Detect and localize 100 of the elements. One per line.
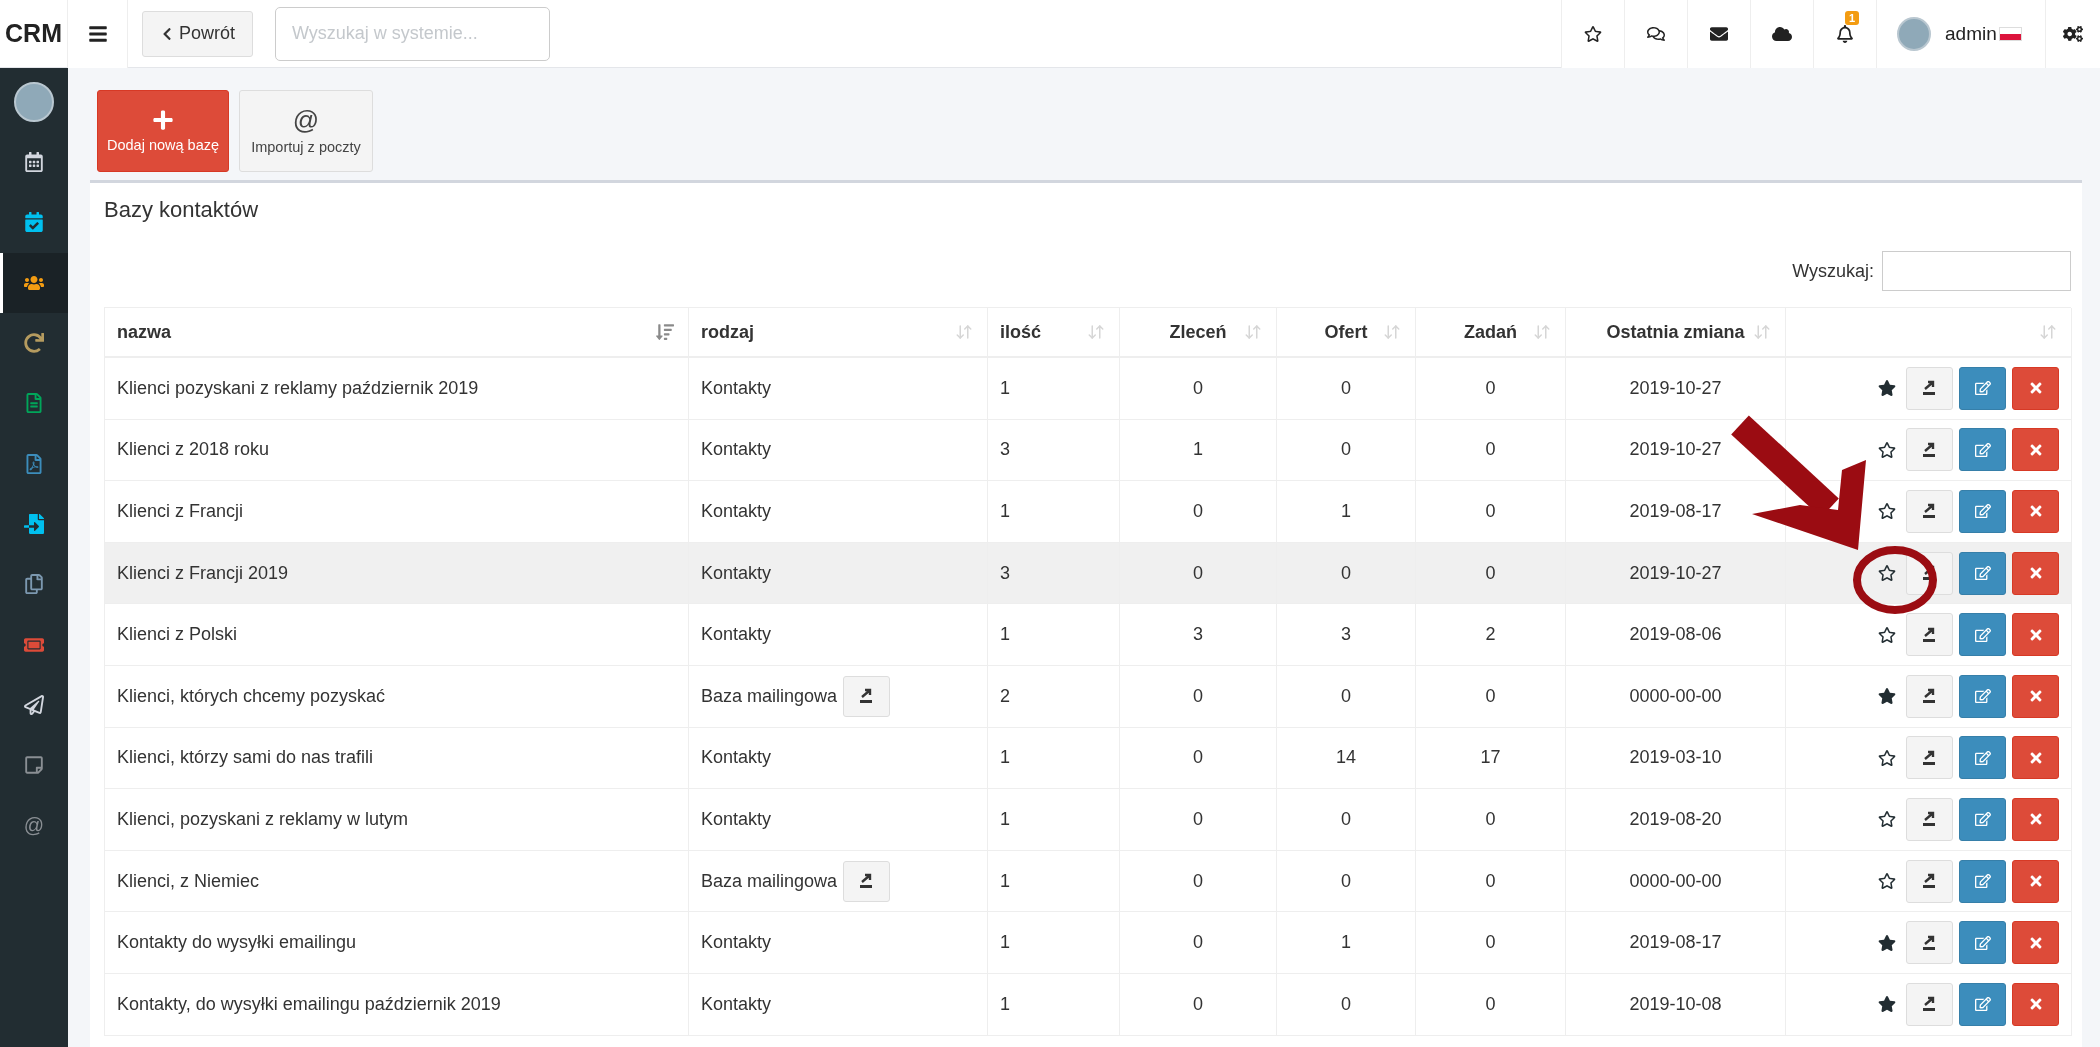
export-button[interactable] [1906,428,1953,472]
edit-button[interactable] [1959,921,2006,965]
edit-button[interactable] [1959,736,2006,780]
export-button[interactable] [1906,921,1953,965]
export-button[interactable] [1906,613,1953,657]
table-cell: 0 [1120,789,1277,851]
star-icon[interactable] [1878,933,1896,952]
star-icon[interactable] [1878,748,1896,767]
table-cell: 1 [988,789,1120,851]
delete-button[interactable] [2012,490,2059,533]
table-search-field[interactable] [1882,251,2071,291]
table-cell: 0 [1277,665,1416,728]
sidebar-item[interactable]: @ [0,795,68,856]
table-row[interactable]: Klienci, którzy sami do nas trafili Kontakty 1 0 14 17 2019-03-10 [105,727,2071,790]
delete-button[interactable] [2012,674,2059,718]
export-button[interactable] [1906,736,1953,780]
table-cell: Kontakty, do wysyłki emailingu październik 2019 [105,973,689,1036]
export-button[interactable] [1906,982,1953,1026]
export-icon [1921,811,1938,828]
panel-title: Bazy kontaktów [104,196,260,224]
edit-button[interactable] [1959,674,2006,718]
mailing-import-button[interactable] [843,860,891,902]
table-cell: 0 [1120,973,1277,1036]
table-row[interactable]: Kontakty, do wysyłki emailingu październik 2019 Kontakty 1 0 0 0 2019-10-08 [105,973,2071,1036]
sidebar-item[interactable] [0,252,68,313]
table-cell: 1 [988,358,1120,420]
star-icon[interactable] [1878,379,1896,398]
table-cell: 2 [1416,604,1566,666]
table-cell: 0000-00-00 [1566,665,1786,728]
star-icon[interactable] [1878,810,1896,829]
table-cell: 1 [1277,481,1416,543]
star-icon[interactable] [1878,440,1896,459]
type-text: Baza mailingowa [701,685,838,707]
table-cell: 2019-10-27 [1566,358,1786,420]
delete-button[interactable] [2012,428,2059,472]
export-button[interactable] [1906,859,1953,903]
delete-button[interactable] [2012,736,2059,780]
edit-icon [1974,565,1991,582]
export-icon [1921,934,1938,951]
mail-button[interactable] [1687,0,1750,68]
delete-button[interactable] [2012,551,2059,595]
star-icon[interactable] [1878,995,1896,1014]
cloud-button[interactable] [1750,0,1813,68]
edit-button[interactable] [1959,366,2006,410]
search-field[interactable]: Wyszukaj w systemie... [275,6,550,61]
menu-button[interactable] [68,0,128,68]
star-icon[interactable] [1878,687,1896,706]
back-button[interactable]: Powrót [142,10,253,57]
export-button[interactable] [1906,366,1953,410]
export-icon [1921,688,1938,705]
table-row[interactable]: Klienci, których chcemy pozyskać Baza mailingowa 2 0 0 0 0000-00-00 [105,665,2071,728]
table-cell: Klienci, pozyskani z reklamy w lutym [105,789,689,851]
chat-button[interactable] [1624,0,1687,68]
table-cell: Kontakty [689,912,988,974]
mailing-import-button[interactable] [843,675,891,717]
delete-button[interactable] [2012,859,2059,903]
delete-button[interactable] [2012,797,2059,841]
delete-button[interactable] [2012,982,2059,1026]
export-icon [1921,996,1938,1013]
table-row[interactable]: Klienci pozyskani z reklamy październik 2019 Kontakty 1 0 0 0 2019-10-27 [105,358,2071,420]
edit-button[interactable] [1959,551,2006,595]
edit-icon [1974,503,1991,520]
export-button[interactable] [1906,674,1953,718]
table-row[interactable]: Klienci, z Niemiec Baza mailingowa 1 0 0 0 0000-00-00 [105,850,2071,913]
edit-button[interactable] [1959,982,2006,1026]
edit-button[interactable] [1959,797,2006,841]
edit-button[interactable] [1959,490,2006,533]
export-button[interactable] [1906,797,1953,841]
star-icon [1584,24,1602,43]
table-cell: 0 [1277,973,1416,1036]
table-cell: Klienci, których chcemy pozyskać [105,665,689,728]
table-row[interactable]: Klienci z Polski Kontakty 1 3 3 2 2019-08-06 [105,604,2071,666]
star-icon[interactable] [1878,872,1896,891]
delete-button[interactable] [2012,921,2059,965]
table-row[interactable]: Klienci z 2018 roku Kontakty 3 1 0 0 2019-10-27 [105,419,2071,482]
table-cell: 1 [1277,912,1416,974]
search-label: Wyszukaj: [1792,260,1874,282]
table-cell: 2 [988,665,1120,728]
table-row[interactable]: Klienci z Francji 2019 Kontakty 3 0 0 0 2019-10-27 [105,542,2071,605]
table-row[interactable]: Klienci, pozyskani z reklamy w lutym Kontakty 1 0 0 0 2019-08-20 [105,789,2071,851]
export-icon [858,873,875,890]
import-mail-button[interactable]: @ Importuj z poczty [239,90,373,172]
edit-button[interactable] [1959,859,2006,903]
edit-button[interactable] [1959,428,2006,472]
table-cell: Kontakty do wysyłki emailingu [105,912,689,974]
settings-button[interactable] [2045,0,2100,68]
export-button[interactable] [1906,490,1953,533]
add-database-button[interactable]: Dodaj nową bazę [97,90,229,172]
table-row[interactable]: Kontakty do wysyłki emailingu Kontakty 1 0 1 0 2019-08-17 [105,912,2071,974]
export-icon [1921,441,1938,458]
star-icon[interactable] [1878,564,1896,583]
delete-button[interactable] [2012,366,2059,410]
star-icon[interactable] [1878,502,1896,521]
user-menu[interactable]: admin [1876,0,2045,68]
table-row[interactable]: Klienci z Francji Kontakty 1 0 1 0 2019-08-17 [105,481,2071,543]
edit-button[interactable] [1959,613,2006,657]
bell-icon [1836,24,1854,43]
delete-button[interactable] [2012,613,2059,657]
at-sign-icon: @ [23,813,45,837]
star-icon[interactable] [1878,625,1896,644]
